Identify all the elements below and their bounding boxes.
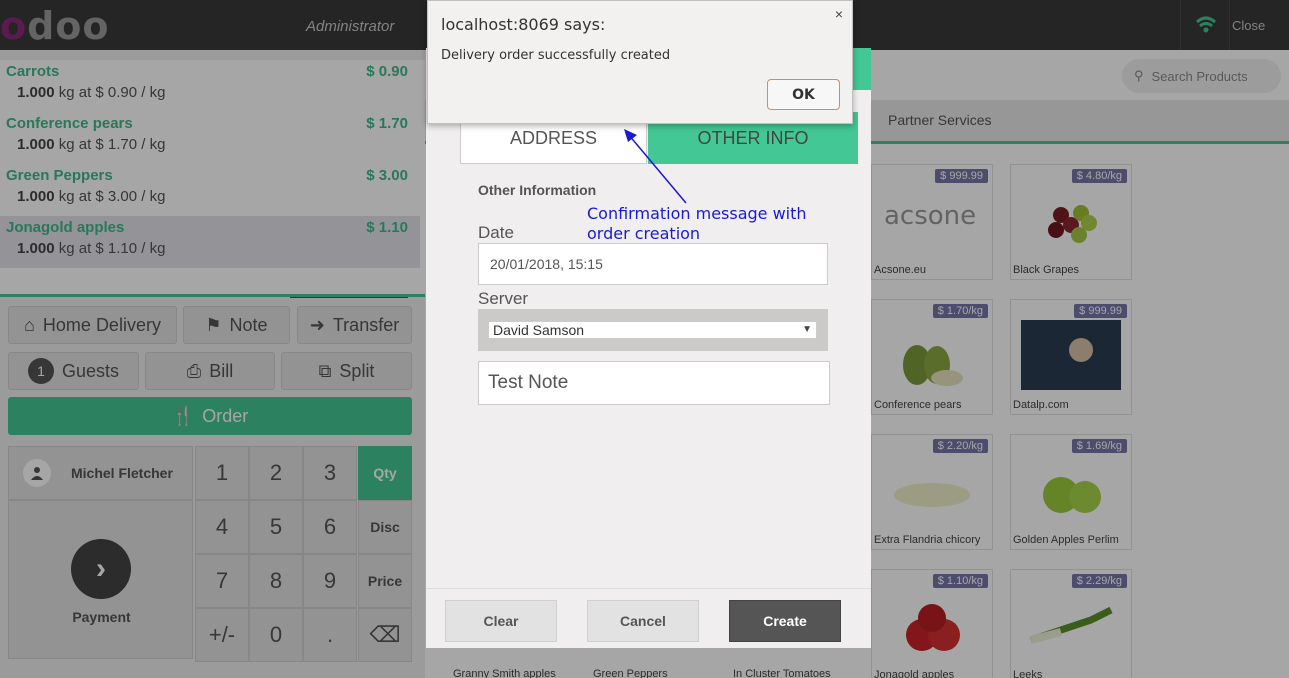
note-field[interactable]: Test Note [478,361,830,405]
server-select[interactable]: David Samson ▼ [488,321,817,339]
clear-button[interactable]: Clear [445,600,557,642]
section-title: Other Information [478,182,597,198]
ok-button[interactable]: OK [767,79,840,110]
annotation-line: Confirmation message with [587,204,807,223]
browser-alert-dialog: localhost:8069 says: × Delivery order su… [427,0,853,124]
server-value: David Samson [493,322,585,338]
alert-message: Delivery order successfully created [441,48,671,63]
popup-footer: Clear Cancel Create [426,588,871,648]
server-label: Server [478,289,529,308]
popup-header-accent [852,48,871,90]
dropdown-arrow-icon: ▼ [802,324,812,335]
date-field[interactable]: 20/01/2018, 15:15 [478,243,828,285]
delivery-popup: ADDRESS OTHER INFO Other Information Dat… [426,48,871,648]
alert-title: localhost:8069 says: [441,15,606,34]
server-select-wrapper: David Samson ▼ [478,309,828,351]
annotation-text: Confirmation message with order creation [587,204,807,244]
close-icon[interactable]: × [835,6,843,22]
create-button[interactable]: Create [729,600,841,642]
cancel-button[interactable]: Cancel [587,600,699,642]
annotation-line: order creation [587,224,701,243]
date-label: Date [478,223,514,242]
